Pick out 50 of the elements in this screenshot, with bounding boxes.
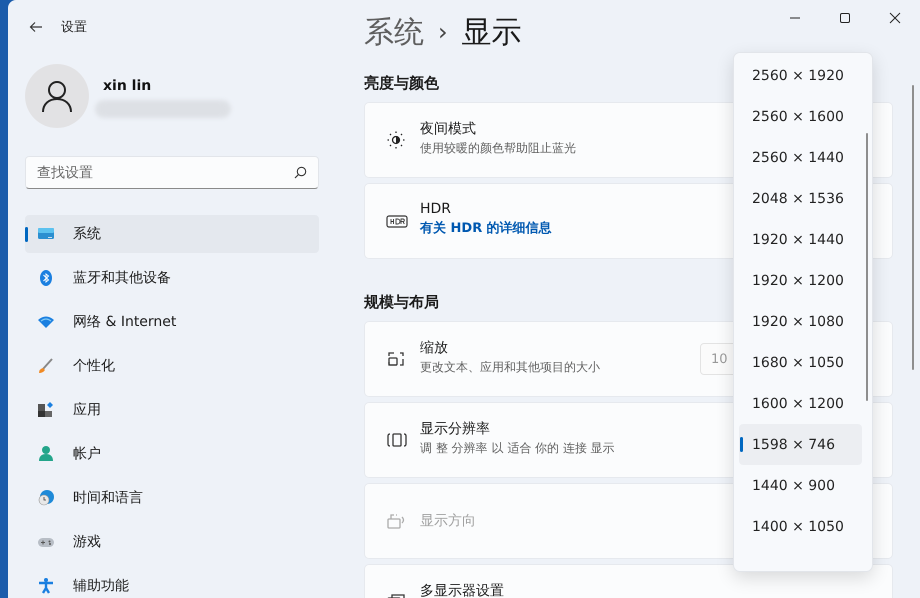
back-arrow-icon — [29, 21, 43, 33]
sidebar-item[interactable]: 网络 & Internet — [25, 303, 319, 341]
setting-title: 多显示器设置 — [420, 582, 504, 598]
breadcrumb-separator: › — [438, 18, 448, 46]
window-title: 设置 — [61, 19, 87, 36]
person-icon — [37, 445, 55, 463]
apps-grid-icon — [37, 401, 55, 419]
sidebar-item[interactable]: 游戏 — [25, 523, 319, 561]
section-heading: 规模与布局 — [364, 293, 439, 312]
dropdown-option[interactable]: 1680 × 1050 — [739, 342, 862, 383]
dropdown-option[interactable]: 1920 × 1440 — [739, 219, 862, 260]
sidebar-item[interactable]: 个性化 — [25, 347, 319, 385]
settings-card[interactable]: 多显示器设置 — [364, 564, 893, 598]
setting-title: 缩放 — [420, 339, 449, 357]
setting-title: 夜间模式 — [420, 120, 477, 138]
selection-indicator — [740, 437, 743, 452]
sidebar-item[interactable]: 帐户 — [25, 435, 319, 473]
setting-description: 使用较暖的颜色帮助阻止蓝光 — [420, 140, 576, 157]
section-heading: 亮度与颜色 — [364, 74, 439, 93]
setting-description: 更改文本、应用和其他项目的大小 — [420, 359, 600, 376]
dropdown-option[interactable]: 1598 × 746 — [739, 424, 862, 465]
breadcrumb-link[interactable]: 系统 — [364, 12, 424, 52]
page-title: 显示 — [462, 14, 522, 52]
search-field[interactable]: 查找设置 — [25, 156, 319, 189]
paintbrush-icon — [37, 357, 55, 375]
clock-globe-icon — [37, 489, 55, 507]
info-link[interactable]: 有关 HDR 的详细信息 — [420, 219, 552, 237]
sidebar-item[interactable]: 蓝牙和其他设备 — [25, 259, 319, 297]
user-name: xin lin — [103, 78, 152, 94]
person-silhouette-icon — [41, 79, 73, 113]
setting-title: HDR — [420, 201, 452, 217]
dropdown-option[interactable]: 1920 × 1200 — [739, 260, 862, 301]
dropdown-option[interactable]: 2560 × 1920 — [739, 55, 862, 96]
sidebar-item[interactable]: 辅助功能 — [25, 567, 319, 598]
setting-title: 显示方向 — [420, 512, 476, 530]
selection-indicator — [25, 227, 28, 242]
setting-title: 显示分辨率 — [420, 420, 491, 438]
setting-description: 调 整 分辨率 以 适合 你的 连接 显示 — [420, 440, 615, 457]
accessibility-figure-icon — [37, 577, 55, 595]
sidebar-item[interactable]: 时间和语言 — [25, 479, 319, 517]
scrollbar[interactable] — [866, 133, 868, 401]
maximize-icon — [839, 12, 851, 24]
dropdown-option[interactable]: 2560 × 1440 — [739, 137, 862, 178]
close-icon — [889, 12, 901, 24]
bluetooth-icon — [37, 269, 55, 287]
sidebar-item[interactable]: 应用 — [25, 391, 319, 429]
sidebar-item[interactable]: 系统 — [25, 215, 319, 253]
scrollbar[interactable] — [912, 85, 914, 370]
search-icon — [294, 166, 307, 179]
dropdown-option[interactable]: 1400 × 1050 — [739, 506, 862, 547]
